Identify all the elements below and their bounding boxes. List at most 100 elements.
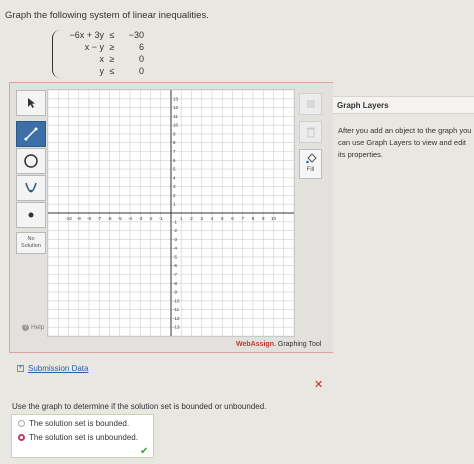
system-brace — [52, 30, 60, 78]
y-tick-label: 12 — [173, 105, 179, 110]
option-unbounded[interactable]: The solution set is unbounded. — [18, 433, 138, 442]
option-bounded[interactable]: The solution set is bounded. — [18, 419, 129, 428]
expand-icon: + — [17, 365, 24, 372]
inequality-1: −6x + 3y ≤ −30 — [62, 30, 144, 40]
inequality-rhs: 0 — [138, 66, 144, 76]
x-tick-label: 5 — [221, 216, 224, 221]
x-tick-label: -10 — [65, 216, 72, 221]
radio-button[interactable] — [18, 420, 25, 427]
x-tick-label: 4 — [211, 216, 214, 221]
y-tick-label: -6 — [173, 263, 177, 268]
inequality-rhs: 0 — [138, 54, 144, 64]
graph-layers-title: Graph Layers — [333, 96, 474, 114]
graph-layers-description: After you add an object to the graph you… — [338, 126, 472, 159]
inequality-2: x − y ≥6 — [62, 42, 144, 52]
help-icon: ? — [22, 324, 29, 331]
inequality-op: ≤ — [109, 66, 115, 76]
x-tick-label: -9 — [77, 216, 81, 221]
inequality-system: −6x + 3y ≤ −30 x − y ≥6 x ≥0 y ≤0 — [52, 30, 145, 78]
x-tick-label: -2 — [148, 216, 152, 221]
x-tick-label: -1 — [159, 216, 163, 221]
fill-button[interactable]: Fill — [299, 149, 322, 179]
bounded-question: Use the graph to determine if the soluti… — [12, 402, 267, 411]
no-solution-button[interactable]: No Solution — [16, 232, 46, 254]
trash-icon — [306, 127, 315, 138]
y-tick-label: -12 — [173, 316, 180, 321]
brand-name: WebAssign — [236, 341, 274, 348]
graph-canvas[interactable]: -10 -9 -8 -7 -6 -5 -4 -3 -2 -1 1 2 3 4 5 6 7 8 9 10 13 12 11 10… — [47, 89, 295, 337]
x-tick-label: -5 — [118, 216, 122, 221]
x-tick-label: -4 — [128, 216, 132, 221]
delete-button[interactable] — [299, 121, 322, 143]
inequality-lhs: x − y — [84, 42, 104, 52]
webassign-brand: WebAssign. Graphing Tool — [236, 341, 321, 348]
no-solution-label: Solution — [21, 243, 41, 249]
circle-tool-button[interactable] — [16, 148, 46, 174]
undo-icon — [306, 100, 315, 108]
help-label: Help — [31, 324, 45, 331]
x-tick-label: 8 — [252, 216, 255, 221]
radio-button-selected[interactable] — [18, 434, 25, 441]
inequality-op: ≥ — [109, 54, 115, 64]
graph-layers-panel — [333, 82, 474, 353]
option-label: The solution set is unbounded. — [29, 433, 138, 442]
y-tick-label: -9 — [173, 290, 177, 295]
pointer-tool-button[interactable] — [16, 90, 46, 116]
x-tick-label: -7 — [97, 216, 101, 221]
x-tick-label: -6 — [107, 216, 111, 221]
x-tick-label: 10 — [271, 216, 277, 221]
y-tick-label: 11 — [173, 114, 178, 119]
y-tick-label: -11 — [173, 307, 180, 312]
line-tool-button[interactable] — [16, 121, 46, 147]
x-tick-label: -8 — [87, 216, 91, 221]
y-tick-label: -10 — [173, 298, 180, 303]
line-icon — [24, 127, 38, 141]
answer-options: The solution set is bounded. The solutio… — [11, 414, 154, 458]
y-tick-label: -8 — [173, 281, 177, 286]
point-icon — [28, 212, 34, 218]
inequality-lhs: x — [99, 54, 105, 64]
submission-data-label: Submission Data — [28, 364, 89, 373]
inequality-op: ≤ — [109, 30, 115, 40]
pointer-icon — [28, 98, 35, 108]
inequality-op: ≥ — [109, 42, 115, 52]
x-tick-label: -3 — [138, 216, 142, 221]
x-tick-label: 2 — [190, 216, 193, 221]
incorrect-icon: ✕ — [314, 379, 324, 391]
inequality-4: y ≤0 — [62, 66, 145, 76]
fill-label: Fill — [306, 167, 315, 173]
inequality-rhs: 6 — [138, 42, 144, 52]
y-tick-label: -5 — [173, 254, 177, 259]
parabola-tool-button[interactable] — [16, 175, 46, 201]
y-tick-label: -4 — [173, 246, 177, 251]
coordinate-grid[interactable]: -10 -9 -8 -7 -6 -5 -4 -3 -2 -1 1 2 3 4 5 6 7 8 9 1013121110… — [47, 89, 295, 337]
y-tick-label: 10 — [173, 123, 179, 128]
fill-icon — [305, 153, 317, 164]
y-tick-label: -13 — [173, 325, 180, 330]
inequality-3: x ≥0 — [62, 54, 145, 64]
inequality-rhs: −30 — [128, 30, 144, 40]
question-prompt: Graph the following system of linear ine… — [5, 10, 209, 21]
inequality-lhs: −6x + 3y — [69, 30, 104, 40]
x-tick-label: 7 — [241, 216, 244, 221]
y-tick-label: -7 — [173, 272, 177, 277]
option-label: The solution set is bounded. — [29, 419, 130, 428]
parabola-icon — [25, 182, 37, 193]
x-tick-label: 9 — [262, 216, 265, 221]
point-tool-button[interactable] — [16, 202, 46, 228]
y-tick-label: -1 — [173, 219, 177, 224]
circle-icon — [24, 154, 38, 168]
y-tick-label: -3 — [173, 237, 177, 242]
x-tick-label: 1 — [180, 216, 183, 221]
y-tick-label: -2 — [173, 228, 177, 233]
undo-button[interactable] — [299, 93, 322, 115]
brand-suffix: . Graphing Tool — [274, 341, 322, 348]
x-tick-label: 3 — [200, 216, 203, 221]
help-button[interactable]: ? Help — [22, 324, 44, 331]
submission-data-toggle[interactable]: + Submission Data — [17, 364, 88, 373]
inequality-lhs: y — [99, 66, 105, 76]
no-solution-label: No — [27, 236, 35, 242]
correct-check-icon: ✔ — [140, 446, 149, 457]
y-tick-label: 13 — [173, 96, 179, 101]
x-tick-label: 6 — [231, 216, 234, 221]
